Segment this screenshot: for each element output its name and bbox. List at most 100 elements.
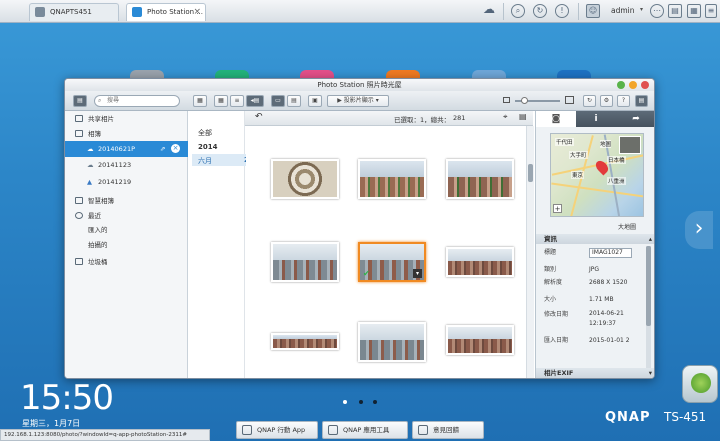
view-grid-button[interactable]: ▦: [214, 95, 228, 107]
slideshow-button[interactable]: ▶ 投影片顯示 ▾: [327, 95, 389, 107]
dock-mobile-app[interactable]: QNAP 行動 App: [236, 421, 318, 439]
map-thumbnail[interactable]: 地圖: [600, 136, 641, 154]
scrollbar[interactable]: [646, 246, 651, 368]
view-thumbnail-button[interactable]: ▦: [193, 95, 207, 107]
tab-camera[interactable]: ◙: [536, 111, 576, 127]
help-button[interactable]: ?: [617, 95, 630, 107]
location-pin-icon[interactable]: ⌖: [503, 112, 508, 122]
photo-thumbnail[interactable]: [271, 242, 339, 282]
view-list-button[interactable]: ≡: [230, 95, 244, 107]
view-folder-button[interactable]: ▤: [287, 95, 301, 107]
sidebar-item-albums[interactable]: 相簿: [65, 126, 188, 142]
field-size: 大小 1.71 MB: [544, 296, 614, 303]
next-page-arrow[interactable]: ›: [685, 211, 713, 249]
large-map-link[interactable]: 大地圖: [618, 222, 636, 231]
zoom-out-icon[interactable]: [503, 97, 510, 103]
avatar[interactable]: ☺: [586, 4, 600, 18]
zoom-slider[interactable]: [515, 97, 560, 104]
zoom-in-icon[interactable]: +: [553, 204, 562, 213]
brand-logo: QNAP: [605, 410, 651, 425]
tab-label: QNAPTS451: [50, 8, 92, 16]
chevron-down-icon[interactable]: ▾: [640, 6, 643, 13]
photo-thumbnail[interactable]: [446, 325, 514, 355]
page-dot[interactable]: [343, 400, 347, 404]
desktop-date: 星期三，1月7日: [22, 419, 81, 428]
photo-thumbnail[interactable]: [358, 322, 426, 362]
dock-feedback[interactable]: 意見回饋: [412, 421, 484, 439]
info-panel-button[interactable]: ▤: [635, 95, 648, 107]
map-view[interactable]: 千代田 大手町 東京 八重洲 日本橋 地圖 +: [550, 133, 644, 217]
photo-thumbnail-selected[interactable]: ✔ ▾: [358, 242, 426, 282]
dock-utility[interactable]: QNAP 應用工具: [322, 421, 408, 439]
refresh-icon[interactable]: ↻: [533, 4, 547, 18]
phone-icon: [242, 425, 252, 435]
search-input[interactable]: ⌕ 搜尋: [94, 95, 180, 107]
document-icon[interactable]: ▤: [519, 112, 527, 121]
grid-icon[interactable]: ▦: [687, 4, 701, 18]
sidebar-item-taken[interactable]: 拍攝的: [65, 237, 188, 253]
sidebar-item-trash[interactable]: 垃圾桶: [65, 254, 188, 270]
user-icon: ▲: [87, 178, 92, 186]
tab-photo-station[interactable]: Photo Station ... ×: [126, 3, 206, 21]
undo-icon[interactable]: ↶: [255, 112, 263, 122]
title-input[interactable]: IMAG1027: [589, 248, 632, 258]
photo-thumbnail[interactable]: [271, 159, 339, 199]
cloud-icon: ☁: [87, 161, 94, 169]
status-url: 192.168.1.123:8080/photo/?windowId=q-app…: [0, 429, 210, 441]
photo-thumbnail[interactable]: [446, 247, 514, 277]
settings-button[interactable]: ⚙: [600, 95, 613, 107]
tab-info[interactable]: i: [576, 111, 616, 127]
minimize-icon[interactable]: [617, 81, 625, 89]
sidebar-item-20140621p[interactable]: ☁ 20140621P ⇗ ×: [65, 141, 188, 157]
cloud-icon[interactable]: ☁: [482, 3, 496, 18]
chevron-down-icon[interactable]: ▾: [413, 269, 422, 278]
notification-icon[interactable]: !: [555, 4, 569, 18]
close-icon[interactable]: [641, 81, 649, 89]
view-detail-button[interactable]: ◂▤: [246, 95, 264, 107]
sidebar-item-20141219[interactable]: ▲ 20141219: [65, 174, 188, 190]
save-button[interactable]: ▣: [308, 95, 322, 107]
filter-year[interactable]: 2014: [198, 143, 217, 151]
map-label: 大手町: [569, 151, 588, 159]
tab-qnap[interactable]: QNAPTS451: [29, 3, 119, 21]
tab-share[interactable]: ➦: [616, 111, 654, 127]
sidebar-item-shared[interactable]: 共享相片: [65, 111, 188, 127]
info-section-header[interactable]: 資訊 ▴: [536, 234, 654, 244]
check-icon[interactable]: ✔: [363, 269, 370, 278]
view-timeline-button[interactable]: ▭: [271, 95, 285, 107]
zoom-in-icon[interactable]: [565, 96, 574, 104]
user-name[interactable]: admin: [611, 6, 635, 15]
scrollbar-thumb[interactable]: [646, 246, 651, 326]
exif-section-header[interactable]: 相片EXIF ▾: [536, 368, 654, 378]
divider: [578, 3, 579, 20]
sidebar-item-20141123[interactable]: ☁ 20141123: [65, 157, 188, 173]
scrollbar-thumb[interactable]: [528, 164, 533, 182]
share-icon: ➦: [632, 114, 640, 124]
sidebar-item-imported[interactable]: 匯入的: [65, 222, 188, 238]
slider-handle[interactable]: [521, 97, 528, 104]
dashboard-icon[interactable]: ▤: [668, 4, 682, 18]
photo-thumbnail[interactable]: [446, 159, 514, 199]
filter-all[interactable]: 全部: [198, 128, 212, 138]
delete-icon[interactable]: ×: [171, 144, 180, 153]
page-dot[interactable]: [373, 400, 377, 404]
photo-thumbnail[interactable]: [271, 333, 339, 350]
play-icon: ▶: [337, 97, 342, 104]
field-modified: 修改日期 2014-06-21 12:19:37: [544, 310, 624, 327]
dashboard-widget[interactable]: [682, 365, 718, 403]
sidebar-toggle-button[interactable]: ▤: [73, 95, 87, 107]
camera-icon: ◙: [551, 114, 561, 124]
sidebar-item-smart-albums[interactable]: 智慧相簿: [65, 193, 188, 209]
maximize-icon[interactable]: [629, 81, 637, 89]
map-label: 日本橋: [607, 156, 626, 164]
more-icon[interactable]: ⋯: [650, 4, 664, 18]
share-icon[interactable]: ⇗: [160, 141, 165, 157]
menu-icon[interactable]: ≡: [705, 4, 717, 18]
scrollbar[interactable]: [526, 126, 534, 378]
page-dot-active[interactable]: [359, 400, 363, 404]
close-icon[interactable]: ×: [193, 4, 201, 20]
refresh-button[interactable]: ↻: [583, 95, 596, 107]
photo-thumbnail[interactable]: [358, 159, 426, 199]
map-type-label: 地圖: [600, 140, 612, 148]
search-icon[interactable]: ⌕: [511, 4, 525, 18]
